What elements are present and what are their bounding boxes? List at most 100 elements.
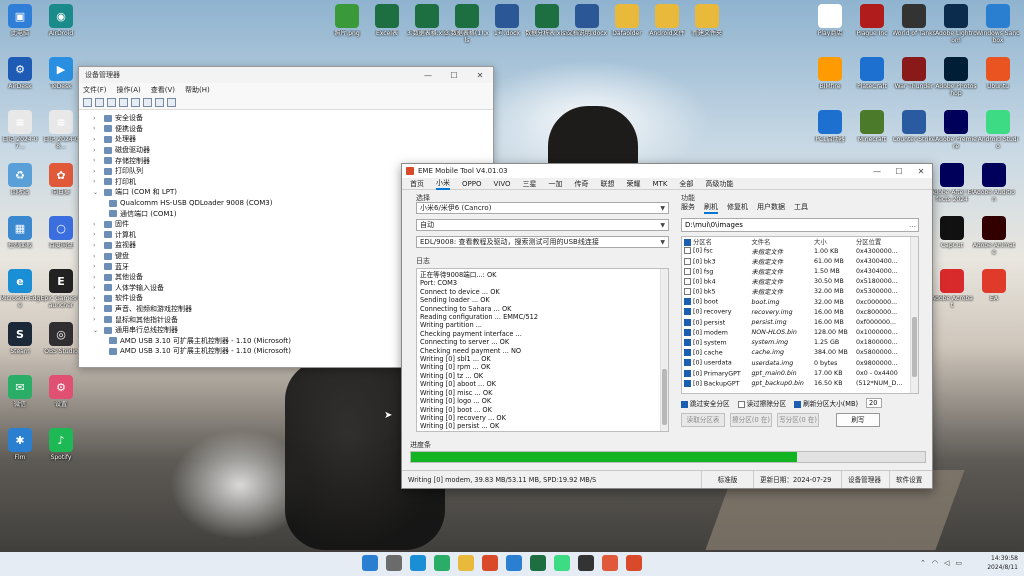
table-row[interactable]: [0] boot boot.img 32.00 MB 0xc000000...: [682, 297, 910, 307]
checkbox-checked-icon[interactable]: [684, 298, 691, 306]
chevron-right-icon[interactable]: ›: [93, 231, 101, 238]
table-row[interactable]: [0] BackupGPT gpt_backup0.bin 16.50 KB (512…: [682, 378, 910, 388]
chevron-down-icon[interactable]: ⌄: [93, 327, 101, 334]
partition-action-button[interactable]: 写分区(0 在): [777, 413, 819, 427]
desktop-icon[interactable]: Windows Sandbox: [976, 4, 1020, 44]
desktop-icon[interactable]: Play商店: [808, 4, 852, 44]
taskbar-app-icon[interactable]: [362, 555, 378, 571]
back-icon[interactable]: [83, 98, 92, 107]
table-row[interactable]: [0] cache cache.img 384.00 MB 0x5800000...: [682, 348, 910, 358]
forward-icon[interactable]: [95, 98, 104, 107]
desktop-icon[interactable]: Ubuntu: [976, 57, 1020, 97]
desktop-icon[interactable]: 文档说明.docx: [565, 4, 609, 44]
desktop-icon[interactable]: ✿ 向日葵: [39, 163, 83, 203]
chevron-right-icon[interactable]: ›: [93, 157, 101, 164]
device-category[interactable]: › 磁盘驱动器: [93, 145, 493, 156]
chevron-right-icon[interactable]: ›: [93, 263, 101, 270]
column-header[interactable]: 分区位置: [854, 237, 910, 246]
desktop-icon[interactable]: World of Tanks: [892, 4, 936, 44]
device-category[interactable]: › 安全设备: [93, 113, 493, 124]
edl-select[interactable]: EDL/9008: 查看教程及驱动，搜索测试可用的USB线连接 ▼: [416, 236, 669, 248]
desktop-icon[interactable]: 数据分析表.xlsx: [525, 4, 569, 44]
chevron-right-icon[interactable]: ›: [93, 305, 101, 312]
menu-item[interactable]: 文件(F): [83, 85, 107, 95]
tab-10[interactable]: 全部: [679, 179, 693, 189]
partition-scroll-thumb[interactable]: [912, 317, 917, 377]
desktop-icon[interactable]: Dafaolder: [605, 4, 649, 44]
desktop-icon[interactable]: 1号.docx: [485, 4, 529, 44]
desktop-icon[interactable]: ♻ 回收站: [0, 163, 42, 203]
function-tab[interactable]: 修复机: [727, 202, 748, 214]
chevron-up-icon[interactable]: ⌃: [920, 559, 926, 567]
tab-6[interactable]: 传奇: [575, 179, 589, 189]
close-icon[interactable]: ✕: [467, 71, 493, 80]
desktop-icon[interactable]: CapCut: [930, 216, 974, 256]
device-manager-titlebar[interactable]: 设备管理器 — ☐ ✕: [79, 67, 493, 83]
desktop-icon[interactable]: Adobe Photoshop: [934, 57, 978, 97]
desktop-icon[interactable]: ▣ 此电脑: [0, 4, 42, 44]
desktop-icon[interactable]: Excel表: [365, 4, 409, 44]
table-row[interactable]: [0] PrimaryGPT gpt_main0.bin 17.00 KB 0x0 -…: [682, 368, 910, 378]
monitor-icon[interactable]: [167, 98, 176, 107]
model-select[interactable]: 小米6/米伊6 (Cancro) ▼: [416, 202, 669, 214]
device-category[interactable]: › 便携设备: [93, 124, 493, 135]
image-path-field[interactable]: D:\mui\0\images…: [681, 218, 919, 232]
chevron-right-icon[interactable]: ›: [93, 295, 101, 302]
chevron-down-icon[interactable]: ⌄: [93, 189, 101, 196]
tab-7[interactable]: 联想: [601, 179, 615, 189]
desktop-icon[interactable]: Adobe Acrobat: [930, 269, 974, 309]
menu-item[interactable]: 帮助(H): [185, 85, 210, 95]
function-tab[interactable]: 刷机: [704, 202, 718, 214]
update-driver-icon[interactable]: [155, 98, 164, 107]
desktop-icon[interactable]: 3.数据表格.xls: [405, 4, 449, 44]
skip-secure-option[interactable]: 跳过安全分区: [681, 398, 730, 408]
partition-action-button[interactable]: 读取分区表: [681, 413, 725, 427]
desktop-icon[interactable]: ○ 百度网盘: [39, 216, 83, 256]
close-icon[interactable]: ✕: [910, 167, 932, 176]
taskbar-app-icon[interactable]: [410, 555, 426, 571]
settings-link[interactable]: 软件设置: [890, 471, 928, 488]
function-tab[interactable]: 工具: [794, 202, 808, 214]
desktop-icon[interactable]: 照片.png: [325, 4, 369, 44]
desktop-icon[interactable]: Adobe After Effects 2024: [930, 163, 974, 203]
browse-button[interactable]: …: [909, 219, 916, 232]
column-header[interactable]: 分区名: [682, 237, 750, 246]
desktop-icon[interactable]: EA: [972, 269, 1016, 309]
checkbox-checked-icon[interactable]: [684, 339, 691, 347]
chevron-right-icon[interactable]: ›: [93, 125, 101, 132]
maximize-icon[interactable]: ☐: [888, 167, 910, 176]
desktop-icon[interactable]: 3.数据表格(1).xls: [445, 4, 489, 44]
table-row[interactable]: [0] fsg 未指定文件 1.50 MB 0x4304000...: [682, 266, 910, 276]
partition-action-button[interactable]: 擦分区(0 在): [730, 413, 772, 427]
taskbar-app-icon[interactable]: [578, 555, 594, 571]
refresh-icon[interactable]: [119, 98, 128, 107]
chevron-right-icon[interactable]: ›: [93, 115, 101, 122]
column-header[interactable]: 文件名: [750, 237, 813, 246]
tab-4[interactable]: 三星: [523, 179, 537, 189]
desktop-icon[interactable]: ⚙ AirDesk: [0, 57, 42, 97]
desktop-icon[interactable]: BIMfire: [808, 57, 852, 97]
desktop-icon[interactable]: Adobe Audition: [972, 163, 1016, 203]
partition-scrollbar[interactable]: [910, 237, 918, 393]
chevron-right-icon[interactable]: ›: [93, 253, 101, 260]
chevron-right-icon[interactable]: ›: [93, 316, 101, 323]
checkbox-unchecked-icon[interactable]: [684, 288, 691, 296]
scan-icon[interactable]: [143, 98, 152, 107]
desktop-icon[interactable]: ≡ 日记 2024-07...: [0, 110, 42, 150]
chevron-right-icon[interactable]: ›: [93, 274, 101, 281]
desktop-icon[interactable]: ♪ Spotify: [39, 428, 83, 468]
table-row[interactable]: [0] persist persist.img 16.00 MB 0xf000000.…: [682, 317, 910, 327]
tab-3[interactable]: VIVO: [493, 180, 510, 188]
flash-button[interactable]: 刷写: [836, 413, 880, 427]
log-scroll-thumb[interactable]: [662, 369, 667, 425]
tab-8[interactable]: 荣耀: [627, 179, 641, 189]
taskbar-app-icon[interactable]: [482, 555, 498, 571]
tab-1[interactable]: 小米: [436, 178, 450, 190]
table-row[interactable]: [0] bk3 未指定文件 61.00 MB 0x4300400...: [682, 256, 910, 266]
volume-icon[interactable]: ◁: [944, 559, 949, 567]
menu-item[interactable]: 操作(A): [117, 85, 141, 95]
minimize-icon[interactable]: —: [415, 71, 441, 80]
desktop-icon[interactable]: E Epic Games Launcher: [39, 269, 83, 309]
function-tab[interactable]: 服务: [681, 202, 695, 214]
chevron-right-icon[interactable]: ›: [93, 221, 101, 228]
